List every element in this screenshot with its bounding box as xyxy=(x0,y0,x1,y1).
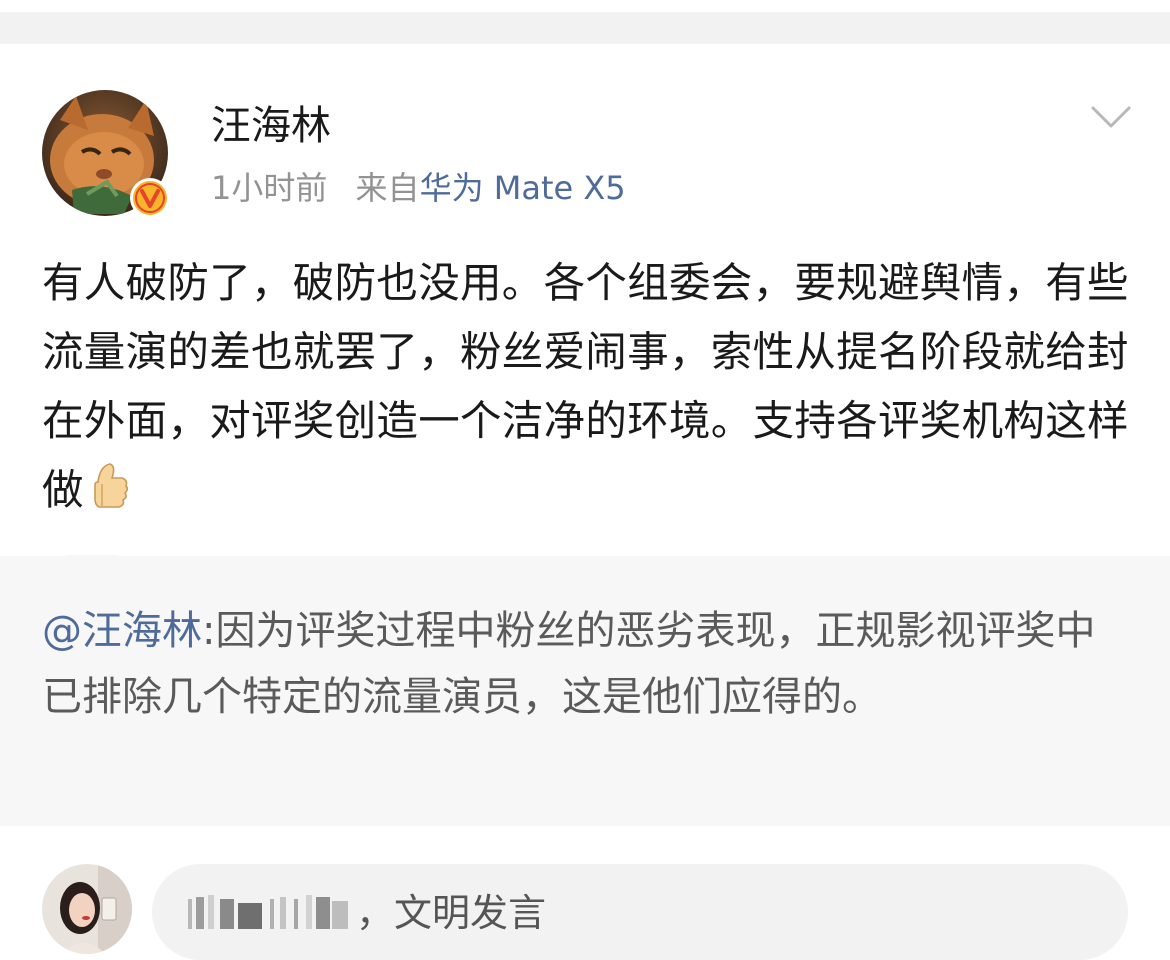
top-strip xyxy=(0,0,1170,12)
post-body-text: 有人破防了，破防也没用。各个组委会，要规避舆情，有些流量演的差也就罢了，粉丝爱闹… xyxy=(42,258,1129,514)
repost-body: @汪海林:因为评奖过程中粉丝的恶劣表现，正规影视评奖中已排除几个特定的流量演员，… xyxy=(42,598,1122,730)
post-meta: 1小时前 来自华为 Mate X5 xyxy=(211,166,626,210)
post-source-device[interactable]: 华为 Mate X5 xyxy=(420,169,626,207)
top-separator xyxy=(0,0,1170,44)
post-source-prefix: 来自 xyxy=(355,169,420,207)
post-time: 1小时前 xyxy=(211,169,328,207)
commenter-avatar[interactable] xyxy=(42,864,132,954)
comment-placeholder: ，文明发言 xyxy=(356,891,547,935)
verified-v-badge-icon xyxy=(131,179,169,217)
author-name[interactable]: 汪海林 xyxy=(211,98,331,154)
more-options-button[interactable] xyxy=(1090,102,1132,132)
repost-pointer xyxy=(66,540,118,580)
thumbs-up-emoji-icon xyxy=(88,460,128,514)
verified-badge xyxy=(130,178,170,218)
commenter-avatar-image xyxy=(42,864,132,954)
post-body: 有人破防了，破防也没用。各个组委会，要规避舆情，有些流量演的差也就罢了，粉丝爱闹… xyxy=(42,248,1132,524)
repost-mention[interactable]: @汪海林 xyxy=(42,608,202,654)
redacted-username xyxy=(186,893,356,933)
chevron-down-icon xyxy=(1091,106,1131,128)
